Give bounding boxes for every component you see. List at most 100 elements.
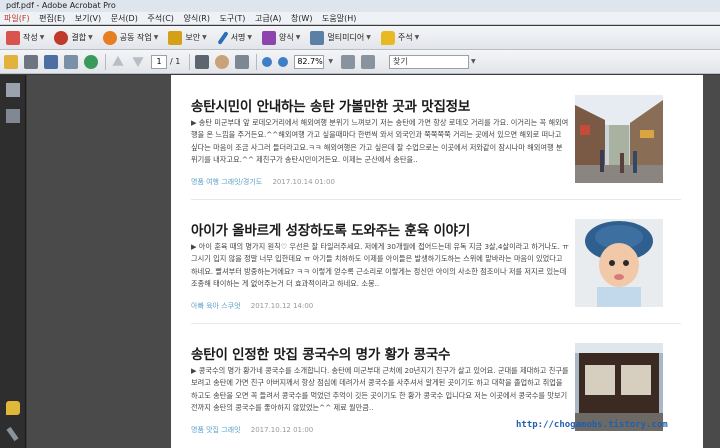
watermark-url: http://chogamobs.tistory.com	[516, 420, 668, 430]
post-meta: 아빠 육아 스쿠엇 2017.10.12 14:00	[191, 301, 313, 311]
chevron-down-icon: ▼	[39, 34, 45, 41]
menu-file[interactable]: 파일(F)	[0, 12, 33, 25]
marquee-zoom-icon[interactable]	[235, 54, 250, 69]
chevron-down-icon: ▼	[153, 34, 159, 41]
post-date: 2017.10.12 14:00	[250, 302, 314, 310]
fit-width-icon[interactable]	[360, 54, 375, 69]
post-excerpt: ▶ 콩국수의 명가 황가네 콩국수를 소개합니다. 송탄에 미군부대 근처에 2…	[191, 366, 569, 413]
street-photo	[575, 95, 663, 183]
print-icon[interactable]	[24, 54, 38, 69]
thumbnail-street	[575, 95, 663, 183]
post-date: 2017.10.12 01:00	[250, 426, 314, 434]
post-divider	[191, 199, 681, 200]
post-item: 송탄이 인정한 맛집 콩국수의 명가 황가 콩국수 ▶ 콩국수의 명가 황가네 …	[191, 343, 691, 434]
comment-label: 주석	[397, 33, 413, 42]
post-category: 아빠 육아 스쿠엇	[191, 302, 241, 310]
menu-bar: 파일(F) 편집(E) 보기(V) 문서(D) 주석(C) 양식(R) 도구(T…	[0, 12, 720, 25]
create-label: 작성	[23, 33, 38, 42]
multimedia-button[interactable]: 멀티미디어 ▼	[308, 29, 372, 47]
create-button[interactable]: 작성 ▼	[4, 29, 46, 47]
post-divider	[191, 323, 681, 324]
task-toolbar: 작성 ▼ 결합 ▼ 공동 작업 ▼ 보안 ▼ 서명 ▼ 양식 ▼ 멀티미디어 ▼ 주석 ▼	[0, 26, 720, 50]
menu-comments[interactable]: 주석(C)	[143, 12, 177, 25]
chevron-down-icon: ▼	[202, 34, 207, 41]
sign-label: 서명	[230, 33, 246, 42]
post-item: 송탄시민이 안내하는 송탄 가볼만한 곳과 맛집정보 ▶ 송탄 미군부대 앞 로…	[191, 95, 691, 186]
chevron-down-icon: ▼	[366, 34, 371, 41]
menu-help[interactable]: 도움말(H)	[318, 12, 359, 25]
menu-tools[interactable]: 도구(T)	[216, 12, 249, 25]
multimedia-icon	[310, 30, 325, 45]
signatures-icon[interactable]	[6, 109, 20, 123]
chevron-down-icon: ▼	[247, 34, 253, 41]
open-folder-icon[interactable]	[4, 54, 18, 69]
document-viewer[interactable]: 송탄시민이 안내하는 송탄 가볼만한 곳과 맛집정보 ▶ 송탄 미군부대 앞 로…	[27, 75, 720, 448]
create-icon	[6, 30, 20, 45]
post-item: 아이가 올바르게 성장하도록 도와주는 훈육 이야기 ▶ 아이 훈육 때의 명가…	[191, 219, 691, 310]
attachments-icon[interactable]	[6, 426, 19, 442]
collaborate-label: 공동 작업	[119, 33, 152, 42]
comment-button[interactable]: 주석 ▼	[379, 29, 421, 47]
post-excerpt: ▶ 아이 훈육 때의 명가지 원칙♡ 우선은 잘 타일러주세요. 저에게 30개…	[191, 242, 569, 289]
window-title: pdf.pdf - Adobe Acrobat Pro	[6, 1, 116, 10]
find-input[interactable]: 찾기	[388, 54, 469, 69]
save-icon[interactable]	[44, 54, 58, 69]
chevron-down-icon[interactable]: ▼	[328, 58, 333, 65]
hand-tool-icon[interactable]	[215, 54, 230, 69]
page-number-input[interactable]: 1	[151, 54, 167, 69]
post-excerpt: ▶ 송탄 미군부대 앞 로데오거리에서 해외여행 분위기 느껴보기 저는 송탄에…	[191, 118, 569, 165]
navigation-pane	[0, 75, 26, 448]
menu-forms[interactable]: 양식(R)	[179, 12, 213, 25]
secure-label: 보안	[185, 33, 201, 42]
restaurant-sign-photo	[575, 343, 663, 431]
menu-window[interactable]: 창(W)	[287, 12, 316, 25]
combine-button[interactable]: 결합 ▼	[52, 29, 94, 47]
next-page-icon[interactable]	[132, 57, 144, 68]
comment-icon	[380, 30, 395, 45]
globe-icon[interactable]	[84, 54, 98, 69]
comments-icon[interactable]	[6, 401, 20, 415]
zoom-level-input[interactable]: 82.7%	[294, 54, 325, 69]
pen-icon	[217, 30, 229, 45]
child-photo	[575, 219, 663, 307]
post-category: 명품 여행 그래잇/경기도	[191, 178, 263, 186]
post-meta: 명품 맛집 그래잇 2017.10.12 01:00	[191, 425, 313, 435]
collaborate-button[interactable]: 공동 작업 ▼	[101, 29, 161, 47]
sign-button[interactable]: 서명 ▼	[215, 29, 254, 47]
menu-view[interactable]: 보기(V)	[71, 12, 104, 25]
menu-advanced[interactable]: 고급(A)	[251, 12, 284, 25]
fit-page-icon[interactable]	[340, 54, 355, 69]
forms-button[interactable]: 양식 ▼	[260, 29, 302, 47]
pages-icon[interactable]	[6, 83, 20, 97]
thumbnail-restaurant-sign	[575, 343, 663, 431]
post-date: 2017.10.14 01:00	[272, 178, 335, 186]
menu-edit[interactable]: 편집(E)	[35, 12, 68, 25]
post-category: 명품 맛집 그래잇	[191, 426, 241, 434]
menu-document[interactable]: 문서(D)	[107, 12, 141, 25]
navigation-toolbar: 1 / 1 82.7% ▼ 찾기 ▼	[0, 50, 720, 74]
form-icon	[262, 30, 277, 45]
text-select-icon[interactable]	[195, 54, 210, 69]
previous-page-icon[interactable]	[112, 55, 124, 66]
collaborate-icon	[102, 30, 117, 45]
chevron-down-icon: ▼	[414, 34, 420, 41]
zoom-in-icon[interactable]	[278, 56, 289, 67]
post-meta: 명품 여행 그래잇/경기도 2017.10.14 01:00	[191, 177, 335, 187]
toolbar-separator	[105, 53, 106, 70]
zoom-out-icon[interactable]	[262, 56, 273, 67]
thumbnail-child	[575, 219, 663, 307]
toolbar-separator	[189, 53, 191, 70]
email-icon[interactable]	[64, 54, 78, 69]
chevron-down-icon: ▼	[88, 34, 93, 41]
forms-label: 양식	[279, 33, 294, 42]
multimedia-label: 멀티미디어	[327, 33, 365, 42]
chevron-down-icon: ▼	[295, 34, 301, 41]
page-total: / 1	[170, 57, 181, 66]
lock-icon	[168, 30, 183, 45]
pdf-page: 송탄시민이 안내하는 송탄 가볼만한 곳과 맛집정보 ▶ 송탄 미군부대 앞 로…	[171, 75, 703, 448]
window-title-bar: pdf.pdf - Adobe Acrobat Pro	[0, 0, 720, 12]
toolbar-separator	[256, 53, 258, 70]
secure-button[interactable]: 보안 ▼	[166, 29, 208, 47]
combine-icon	[54, 30, 69, 45]
chevron-down-icon[interactable]: ▼	[471, 58, 476, 65]
